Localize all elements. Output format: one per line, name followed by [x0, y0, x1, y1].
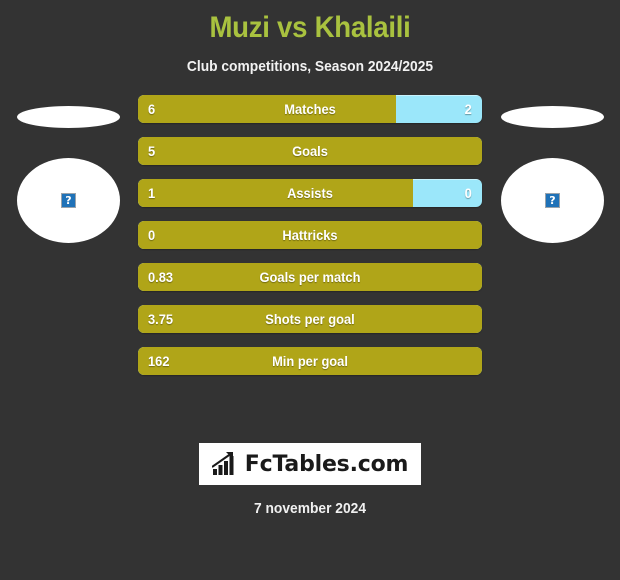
stat-label: Shots per goal: [265, 311, 355, 327]
fctables-logo-text: FcTables.com: [244, 451, 409, 477]
stat-bar-row: 0 Hattricks: [138, 221, 482, 249]
player-right-avatar-banner: [501, 106, 604, 128]
comparison-section: ? 6 Matches 2 5 Goals 1 Assists 0 0 Hattricks 0.83…: [0, 95, 620, 405]
page-title: Muzi vs Khalaili: [209, 11, 411, 44]
chart-header: Muzi vs Khalaili Club competitions, Seas…: [0, 0, 620, 75]
player-left-avatar: ?: [17, 158, 120, 243]
stat-right-value: 2: [464, 101, 472, 117]
stat-bar-row: 1 Assists 0: [138, 179, 482, 207]
page-subtitle: Club competitions, Season 2024/2025: [186, 58, 434, 75]
stat-label: Goals per match: [259, 269, 361, 285]
bar-chart-growth-icon: [211, 452, 234, 475]
broken-image-icon: ?: [61, 193, 76, 208]
stat-label: Assists: [287, 185, 333, 201]
stat-label: Min per goal: [272, 353, 348, 369]
player-right-avatar: ?: [501, 158, 604, 243]
player-left-avatar-banner: [17, 106, 120, 128]
stat-bar-row: 162 Min per goal: [138, 347, 482, 375]
stat-bar-row: 3.75 Shots per goal: [138, 305, 482, 333]
stat-label: Matches: [284, 101, 336, 117]
broken-image-glyph: ?: [549, 194, 556, 207]
stat-bar-row: 0.83 Goals per match: [138, 263, 482, 291]
broken-image-icon: ?: [545, 193, 560, 208]
stats-bar-list: 6 Matches 2 5 Goals 1 Assists 0 0 Hattricks 0.83 Go…: [138, 95, 482, 375]
player-left-avatar-column: ?: [3, 95, 133, 275]
stat-bar-row: 5 Goals: [138, 137, 482, 165]
stat-bar-row: 6 Matches 2: [138, 95, 482, 123]
stat-label: Hattricks: [282, 227, 338, 243]
fctables-logo[interactable]: FcTables.com: [199, 443, 421, 485]
player-right-avatar-column: ?: [487, 95, 617, 275]
stat-label: Goals: [292, 143, 328, 159]
stat-right-value: 0: [464, 185, 472, 201]
chart-date: 7 november 2024: [253, 500, 367, 517]
broken-image-glyph: ?: [65, 194, 72, 207]
